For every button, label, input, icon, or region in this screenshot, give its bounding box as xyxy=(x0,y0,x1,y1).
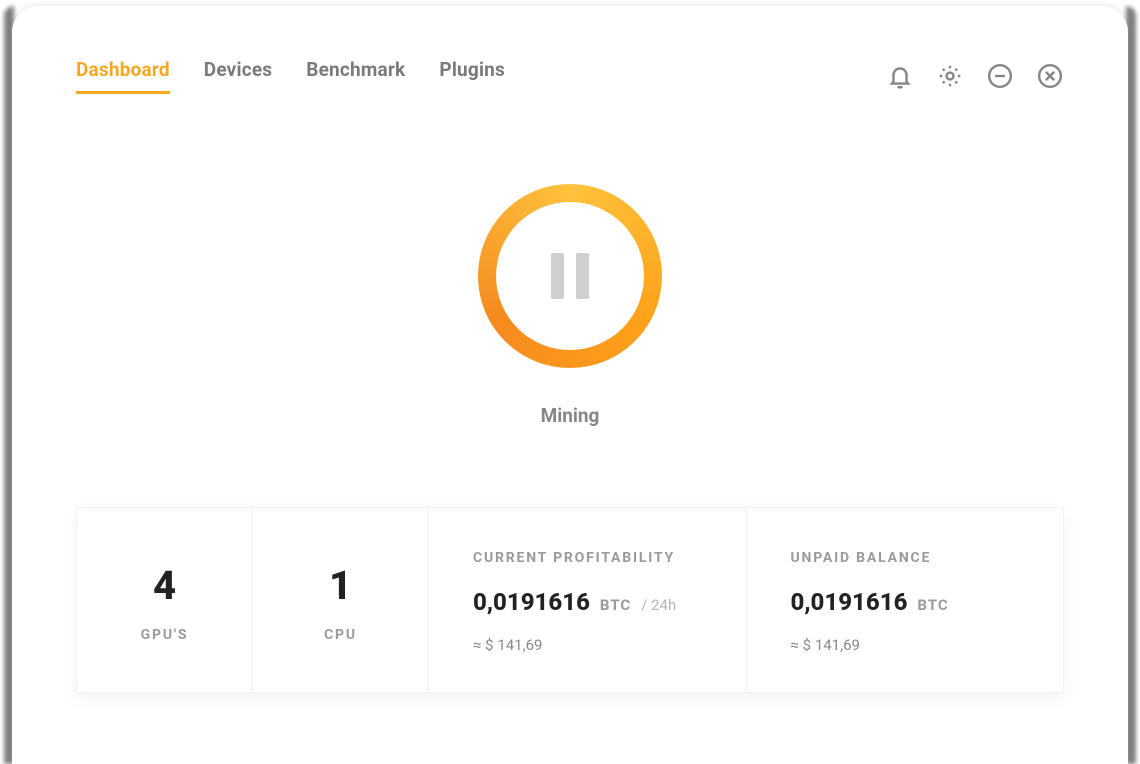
stat-gpus: 4 GPU'S xyxy=(77,508,253,692)
nav-actions xyxy=(886,62,1064,90)
gpus-label: GPU'S xyxy=(141,627,189,643)
tab-plugins[interactable]: Plugins xyxy=(439,58,505,94)
gpus-count: 4 xyxy=(153,562,176,609)
mining-section: Mining xyxy=(76,184,1064,427)
stats-row: 4 GPU'S 1 CPU CURRENT PROFITABILITY 0,01… xyxy=(76,507,1064,693)
tab-dashboard[interactable]: Dashboard xyxy=(76,58,170,94)
pause-icon xyxy=(551,253,589,299)
profitability-title: CURRENT PROFITABILITY xyxy=(473,550,702,566)
minimize-icon[interactable] xyxy=(986,62,1014,90)
stat-cpu: 1 CPU xyxy=(253,508,429,692)
balance-amount: 0,0191616 xyxy=(791,588,908,616)
tab-devices[interactable]: Devices xyxy=(204,58,272,94)
profitability-amount: 0,0191616 xyxy=(473,588,590,616)
profitability-approx: ≈ $ 141,69 xyxy=(473,636,702,654)
profitability-per: / 24h xyxy=(641,596,676,614)
mining-toggle-button[interactable] xyxy=(478,184,662,368)
top-nav: Dashboard Devices Benchmark Plugins xyxy=(76,58,1064,94)
balance-approx: ≈ $ 141,69 xyxy=(791,636,1020,654)
cpu-count: 1 xyxy=(329,562,352,609)
gear-icon[interactable] xyxy=(936,62,964,90)
stat-balance: UNPAID BALANCE 0,0191616 BTC ≈ $ 141,69 xyxy=(747,508,1064,692)
nav-tabs: Dashboard Devices Benchmark Plugins xyxy=(76,58,505,94)
app-window: Dashboard Devices Benchmark Plugins xyxy=(12,6,1128,764)
tab-benchmark[interactable]: Benchmark xyxy=(306,58,405,94)
balance-value: 0,0191616 BTC xyxy=(791,588,1020,616)
stat-profitability: CURRENT PROFITABILITY 0,0191616 BTC / 24… xyxy=(429,508,747,692)
mining-status-label: Mining xyxy=(541,404,600,427)
balance-unit: BTC xyxy=(917,596,948,614)
close-icon[interactable] xyxy=(1036,62,1064,90)
bell-icon[interactable] xyxy=(886,62,914,90)
cpu-label: CPU xyxy=(324,627,357,643)
balance-title: UNPAID BALANCE xyxy=(791,550,1020,566)
profitability-value: 0,0191616 BTC / 24h xyxy=(473,588,702,616)
profitability-unit: BTC xyxy=(600,596,631,614)
